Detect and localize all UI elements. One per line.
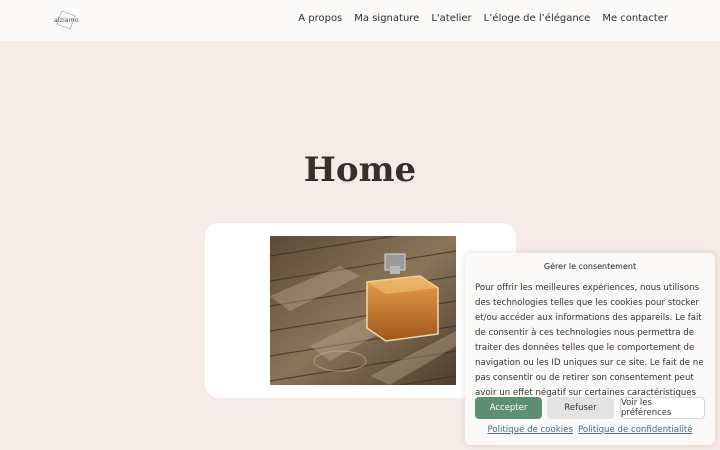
cookie-text: Pour offrir les meilleures expériences, … — [475, 283, 704, 413]
nav-item-a-propos[interactable]: A propos — [298, 13, 342, 24]
site-header: alziamo A propos Ma signature L'atelier … — [0, 0, 720, 41]
cookie-consent-banner: Gérer le consentement Pour offrir les me… — [465, 253, 715, 445]
cookie-links: Politique de cookies Politique de confid… — [465, 425, 715, 435]
accept-button[interactable]: Accepter — [475, 397, 542, 419]
cookie-title: Gérer le consentement — [543, 262, 637, 271]
nav-item-eloge[interactable]: L’éloge de l’élégance — [484, 13, 591, 24]
logo-text: alziamo — [54, 17, 79, 24]
main-nav: A propos Ma signature L'atelier L’éloge … — [298, 13, 668, 24]
site-logo[interactable]: alziamo — [53, 11, 83, 31]
perfume-photo — [270, 236, 456, 385]
cookie-policy-link[interactable]: Politique de cookies — [488, 425, 573, 435]
privacy-policy-link[interactable]: Politique de confidentialité — [578, 425, 693, 435]
preferences-button[interactable]: Voir les préférences — [620, 397, 705, 419]
page-title: Home — [303, 150, 417, 190]
nav-item-atelier[interactable]: L'atelier — [431, 13, 471, 24]
nav-item-contact[interactable]: Me contacter — [602, 13, 668, 24]
nav-item-ma-signature[interactable]: Ma signature — [354, 13, 419, 24]
refuse-button[interactable]: Refuser — [547, 397, 614, 419]
